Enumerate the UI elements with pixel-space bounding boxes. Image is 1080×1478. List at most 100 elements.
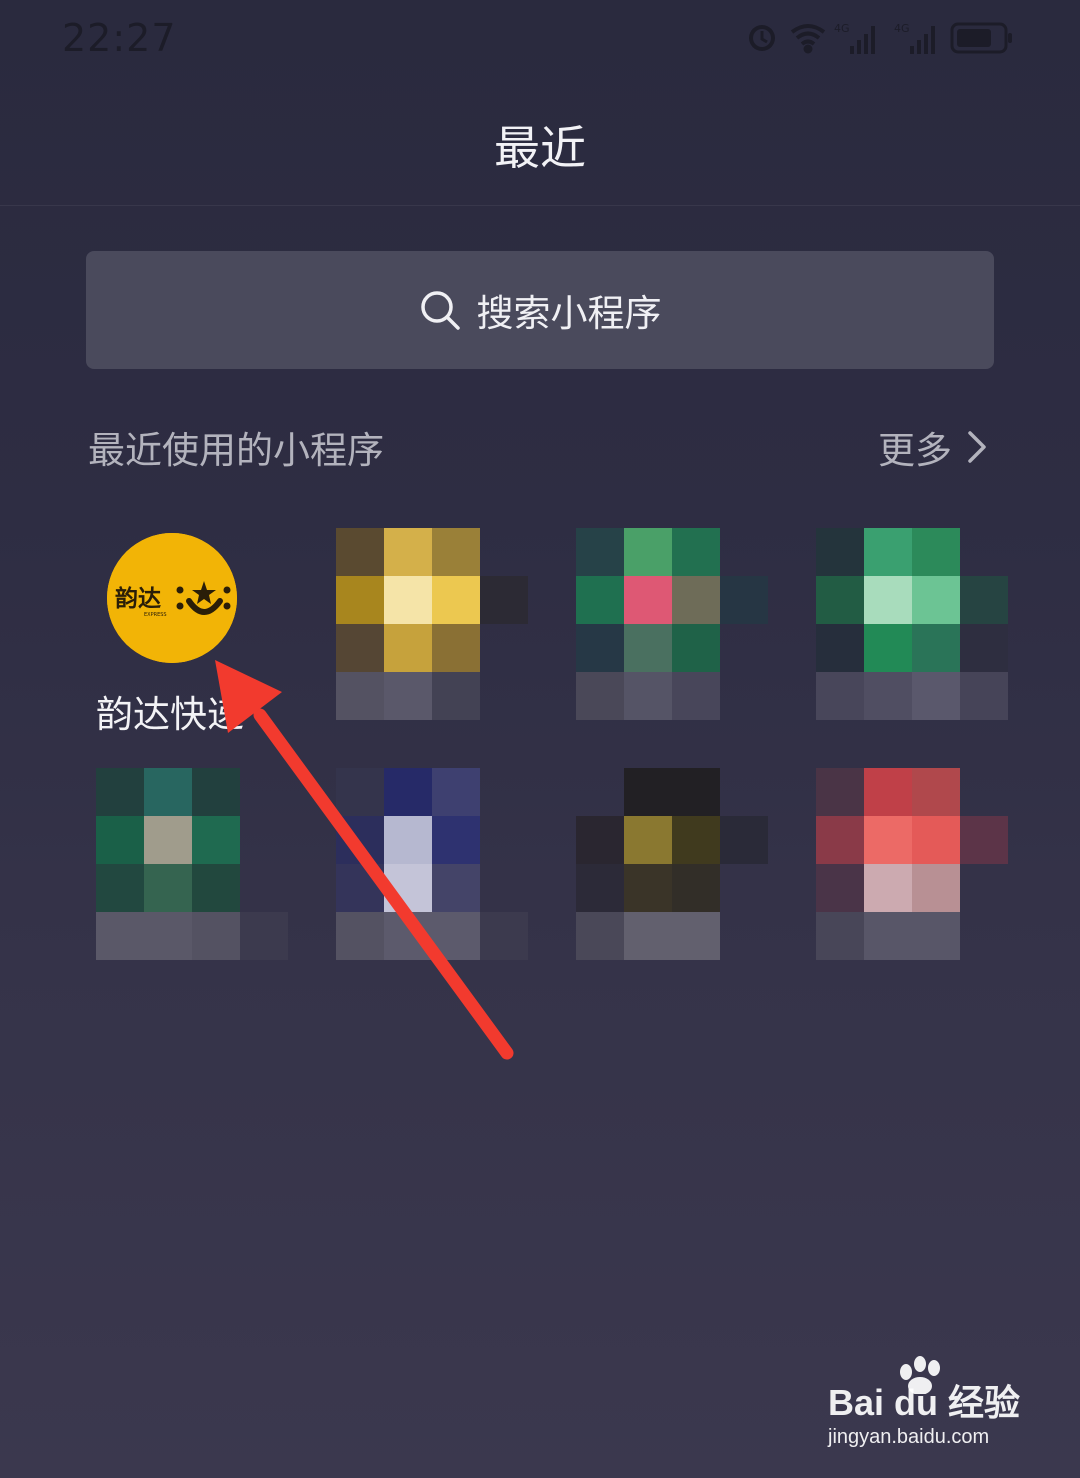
pixel-block [816, 768, 864, 816]
chevron-right-icon [968, 431, 986, 463]
pixel-block [624, 528, 672, 576]
pixel-block [96, 768, 144, 816]
pixel-block [192, 816, 240, 864]
pixel-block [816, 864, 864, 912]
pixel-block [912, 768, 960, 816]
pixel-block [672, 864, 720, 912]
pixel-block [192, 864, 240, 912]
pixel-block [336, 576, 384, 624]
pixel-block [432, 624, 480, 672]
pixel-block [336, 816, 384, 864]
pixel-block [432, 912, 480, 960]
logo-text: 韵达 [115, 585, 161, 612]
pixel-block [336, 528, 384, 576]
pixel-block [672, 672, 720, 720]
yunda-app-label[interactable]: 韵达快递 [96, 684, 244, 738]
pixel-block [384, 912, 432, 960]
pixel-block [672, 624, 720, 672]
pixel-block [912, 864, 960, 912]
pixel-block [864, 768, 912, 816]
pixel-block [912, 912, 960, 960]
pixel-block [432, 672, 480, 720]
pixel-block [96, 864, 144, 912]
pixel-block [672, 528, 720, 576]
yunda-app-logo[interactable]: 韵达 EXPRESS [107, 533, 237, 663]
pixel-block [864, 864, 912, 912]
pixel-block [912, 576, 960, 624]
alarm-icon [749, 25, 775, 51]
pixel-block [960, 672, 1008, 720]
pixel-block [816, 912, 864, 960]
pixel-block [672, 768, 720, 816]
pixel-block [624, 672, 672, 720]
pixel-block [576, 528, 624, 576]
pixel-block [624, 768, 672, 816]
more-label: 更多 [878, 429, 952, 472]
section-title: 最近使用的小程序 [88, 429, 384, 472]
wifi-icon [790, 24, 826, 54]
signal-icon [850, 26, 875, 54]
pixel-block [624, 576, 672, 624]
pixel-block [576, 624, 624, 672]
pixel-block [384, 624, 432, 672]
logo-subtext: EXPRESS [144, 612, 167, 618]
pixel-block [336, 672, 384, 720]
baidu-watermark: Bai du 经验 jingyan.baidu.com [828, 1356, 1028, 1460]
pixel-block [192, 912, 240, 960]
signal-icon [910, 26, 935, 54]
pixel-block [960, 624, 1008, 672]
page-title: 最近 [494, 121, 586, 175]
pixel-block [576, 912, 624, 960]
pixel-block [384, 528, 432, 576]
pixel-block [192, 768, 240, 816]
pixel-block [912, 528, 960, 576]
search-box[interactable]: 搜索小程序 [86, 251, 994, 369]
pixel-block [432, 816, 480, 864]
pixel-block [624, 624, 672, 672]
pixel-block [720, 816, 768, 864]
pixel-block [864, 528, 912, 576]
pixel-block [816, 528, 864, 576]
pixel-block [144, 912, 192, 960]
pixel-block [864, 624, 912, 672]
pixel-block [864, 672, 912, 720]
search-placeholder: 搜索小程序 [476, 292, 662, 335]
network-label-1: 4G [834, 22, 850, 35]
pixel-block [480, 912, 528, 960]
pixel-block [624, 816, 672, 864]
pixel-block [816, 672, 864, 720]
pixel-block [384, 672, 432, 720]
watermark-brand: Bai du 经验 [828, 1382, 1021, 1423]
pixel-block [576, 864, 624, 912]
pixel-block [336, 864, 384, 912]
pixel-block [816, 624, 864, 672]
pixel-block [576, 576, 624, 624]
status-time: 22:27 [62, 16, 177, 60]
pixel-block [672, 912, 720, 960]
pixel-block [336, 912, 384, 960]
pixel-block [384, 816, 432, 864]
pixel-block [624, 864, 672, 912]
pixel-block [432, 576, 480, 624]
watermark-url: jingyan.baidu.com [828, 1426, 990, 1448]
pixel-block [576, 816, 624, 864]
pixel-block [912, 672, 960, 720]
pixel-block [624, 912, 672, 960]
status-bar: 22:27 4G 4G [0, 0, 1080, 80]
pixel-block [144, 768, 192, 816]
annotation-arrow [215, 660, 514, 1060]
pixel-block [816, 576, 864, 624]
pixel-block [336, 624, 384, 672]
pixel-block [144, 864, 192, 912]
battery-icon [950, 22, 1012, 54]
pixel-block [384, 576, 432, 624]
pixel-block [96, 816, 144, 864]
more-link[interactable]: 更多 [878, 420, 988, 474]
pixel-block [816, 816, 864, 864]
pixel-block [96, 912, 144, 960]
pixel-block [384, 864, 432, 912]
pixel-block [432, 528, 480, 576]
pixel-block [576, 672, 624, 720]
pixel-block [144, 816, 192, 864]
network-label-2: 4G [894, 22, 910, 35]
